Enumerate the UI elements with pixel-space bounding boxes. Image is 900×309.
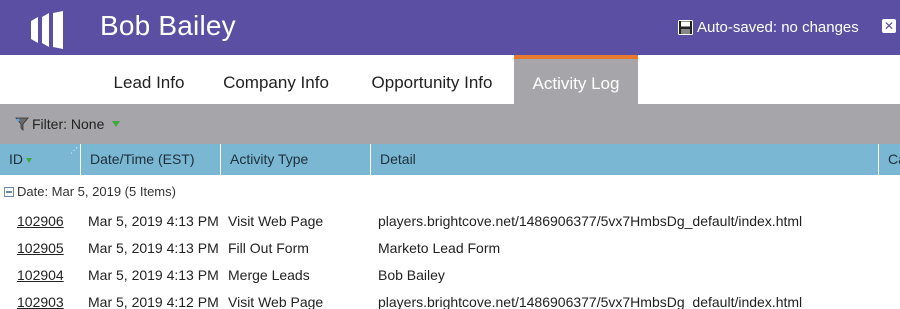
autosave-text: Auto-saved: no changes <box>697 19 859 36</box>
filter-label: Filter: None <box>32 116 105 132</box>
autosave-status: Auto-saved: no changes <box>678 19 859 36</box>
activity-detail: players.brightcove.net/1486906377/5vx7Hm… <box>378 213 803 229</box>
column-grip-icon[interactable]: ⋰ <box>70 147 78 155</box>
activity-datetime: Mar 5, 2019 4:13 PM <box>88 213 219 229</box>
sort-down-icon <box>26 157 32 163</box>
activity-id-link[interactable]: 102906 <box>17 208 64 235</box>
activity-datetime: Mar 5, 2019 4:13 PM <box>88 240 219 256</box>
chevron-down-icon <box>112 121 121 127</box>
activity-detail: Bob Bailey <box>378 267 445 283</box>
column-header-label: ID <box>9 151 23 167</box>
tab-company-info[interactable]: Company Info <box>206 55 346 104</box>
tab-bar: Lead Info Company Info Opportunity Info … <box>0 55 900 104</box>
grid-header: ID ⋰ Date/Time (EST) Activity Type Detai… <box>0 144 900 175</box>
activity-id-link[interactable]: 102905 <box>17 235 64 262</box>
activity-id-link[interactable]: 102903 <box>17 289 64 309</box>
activity-datetime: Mar 5, 2019 4:12 PM <box>88 294 219 309</box>
activity-datetime: Mar 5, 2019 4:13 PM <box>88 267 219 283</box>
lead-detail-window: Bob Bailey Auto-saved: no changes ✕ Lead… <box>0 0 900 309</box>
tab-activity-log[interactable]: Activity Log <box>514 55 638 104</box>
activity-type: Merge Leads <box>228 267 310 283</box>
group-row: Date: Mar 5, 2019 (5 Items) <box>0 175 900 208</box>
activity-id-link[interactable]: 102904 <box>17 262 64 289</box>
activity-type: Visit Web Page <box>228 213 324 229</box>
table-row[interactable]: 102904 Mar 5, 2019 4:13 PM Merge Leads B… <box>0 262 900 289</box>
column-header-detail[interactable]: Detail <box>371 144 879 175</box>
activity-detail: Marketo Lead Form <box>378 240 501 256</box>
lead-name-title: Bob Bailey <box>100 10 236 41</box>
activity-detail: players.brightcove.net/1486906377/5vx7Hm… <box>378 294 803 309</box>
filter-funnel-icon <box>15 117 29 131</box>
activity-type: Fill Out Form <box>228 240 309 256</box>
close-icon[interactable]: ✕ <box>882 19 896 33</box>
collapse-minus-icon[interactable] <box>4 187 14 197</box>
column-header-datetime[interactable]: Date/Time (EST) <box>81 144 221 175</box>
tab-lead-info[interactable]: Lead Info <box>95 55 203 104</box>
column-header-id[interactable]: ID ⋰ <box>0 144 81 175</box>
filter-dropdown[interactable]: Filter: None <box>15 116 121 132</box>
column-header-campaign[interactable]: Ca <box>879 144 900 175</box>
group-label: Date: Mar 5, 2019 (5 Items) <box>17 184 176 199</box>
table-row[interactable]: 102905 Mar 5, 2019 4:13 PM Fill Out Form… <box>0 235 900 262</box>
column-header-activity-type[interactable]: Activity Type <box>221 144 371 175</box>
tab-opportunity-info[interactable]: Opportunity Info <box>352 55 512 104</box>
marketo-logo-icon <box>10 0 84 52</box>
table-row[interactable]: 102906 Mar 5, 2019 4:13 PM Visit Web Pag… <box>0 208 900 235</box>
filter-toolbar: Filter: None <box>0 104 900 144</box>
table-row[interactable]: 102903 Mar 5, 2019 4:12 PM Visit Web Pag… <box>0 289 900 309</box>
header-bar: Bob Bailey Auto-saved: no changes ✕ <box>0 0 900 55</box>
floppy-disk-icon <box>678 20 693 35</box>
activity-type: Visit Web Page <box>228 294 324 309</box>
